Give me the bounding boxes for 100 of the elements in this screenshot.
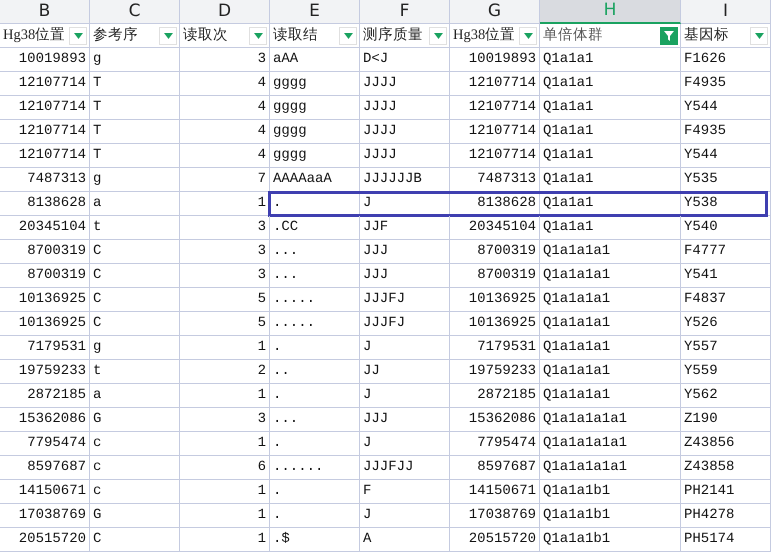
table-cell: aAA bbox=[270, 48, 360, 72]
filter-dropdown-button[interactable] bbox=[519, 26, 537, 44]
table-cell: G bbox=[90, 408, 180, 432]
column-header[interactable]: C bbox=[90, 0, 180, 24]
table-cell: J bbox=[360, 432, 450, 456]
table-cell: 3 bbox=[180, 408, 270, 432]
table-cell: A bbox=[360, 528, 450, 552]
table-cell: 1 bbox=[180, 480, 270, 504]
table-cell: t bbox=[90, 360, 180, 384]
table-cell: 5 bbox=[180, 312, 270, 336]
filter-dropdown-button[interactable] bbox=[249, 26, 267, 44]
table-cell: C bbox=[90, 264, 180, 288]
table-cell: T bbox=[90, 120, 180, 144]
table-cell: C bbox=[90, 528, 180, 552]
table-cell: Q1a1a1a1a1 bbox=[540, 456, 681, 480]
table-cell: Y562 bbox=[681, 384, 771, 408]
table-cell: 12107714 bbox=[450, 72, 540, 96]
table-cell: Q1a1a1b1 bbox=[540, 504, 681, 528]
table-cell: 3 bbox=[180, 48, 270, 72]
table-cell: 2872185 bbox=[450, 384, 540, 408]
table-cell: 10136925 bbox=[0, 288, 90, 312]
filter-dropdown-button[interactable] bbox=[339, 26, 357, 44]
table-cell: Q1a1a1 bbox=[540, 96, 681, 120]
filter-button[interactable] bbox=[660, 26, 678, 44]
table-cell: 10019893 bbox=[0, 48, 90, 72]
table-cell: D<J bbox=[360, 48, 450, 72]
table-cell: 2872185 bbox=[0, 384, 90, 408]
table-cell: Q1a1a1a1 bbox=[540, 360, 681, 384]
table-cell: .$ bbox=[270, 528, 360, 552]
table-cell: 10136925 bbox=[450, 312, 540, 336]
table-cell: F4935 bbox=[681, 72, 771, 96]
column-header[interactable]: B bbox=[0, 0, 90, 24]
table-cell: 14150671 bbox=[450, 480, 540, 504]
table-cell: ...... bbox=[270, 456, 360, 480]
filter-icon bbox=[663, 30, 675, 42]
table-cell: Q1a1a1 bbox=[540, 48, 681, 72]
table-cell: gggg bbox=[270, 144, 360, 168]
table-cell: PH2141 bbox=[681, 480, 771, 504]
table-cell: a bbox=[90, 384, 180, 408]
table-cell: 10136925 bbox=[450, 288, 540, 312]
table-cell: 1 bbox=[180, 384, 270, 408]
table-cell: Q1a1a1 bbox=[540, 72, 681, 96]
table-cell: 8138628 bbox=[450, 192, 540, 216]
table-cell: Q1a1a1 bbox=[540, 120, 681, 144]
table-cell: Y544 bbox=[681, 144, 771, 168]
column-header[interactable]: G bbox=[450, 0, 540, 24]
table-cell: c bbox=[90, 432, 180, 456]
filter-dropdown-button[interactable] bbox=[429, 26, 447, 44]
table-cell: a bbox=[90, 192, 180, 216]
table-cell: ..... bbox=[270, 312, 360, 336]
table-cell: Q1a1a1 bbox=[540, 144, 681, 168]
filter-dropdown-button[interactable] bbox=[159, 26, 177, 44]
table-cell: C bbox=[90, 312, 180, 336]
table-cell: F4837 bbox=[681, 288, 771, 312]
table-cell: 6 bbox=[180, 456, 270, 480]
table-cell: 5 bbox=[180, 288, 270, 312]
table-cell: T bbox=[90, 72, 180, 96]
table-cell: 4 bbox=[180, 72, 270, 96]
table-cell: 1 bbox=[180, 336, 270, 360]
table-cell: F4777 bbox=[681, 240, 771, 264]
table-cell: 10136925 bbox=[0, 312, 90, 336]
column-header[interactable]: F bbox=[360, 0, 450, 24]
column-header[interactable]: E bbox=[270, 0, 360, 24]
table-cell: 7 bbox=[180, 168, 270, 192]
table-cell: 19759233 bbox=[0, 360, 90, 384]
filter-dropdown-button[interactable] bbox=[750, 26, 768, 44]
column-header[interactable]: I bbox=[681, 0, 771, 24]
table-cell: AAAAaaA bbox=[270, 168, 360, 192]
table-cell: c bbox=[90, 480, 180, 504]
table-cell: Q1a1a1a1 bbox=[540, 336, 681, 360]
table-cell: 7487313 bbox=[0, 168, 90, 192]
table-cell: Y526 bbox=[681, 312, 771, 336]
table-cell: Q1a1a1a1 bbox=[540, 240, 681, 264]
filter-dropdown-button[interactable] bbox=[69, 26, 87, 44]
table-cell: . bbox=[270, 504, 360, 528]
table-cell: 8700319 bbox=[450, 264, 540, 288]
table-cell: Q1a1a1a1a1 bbox=[540, 408, 681, 432]
table-cell: Q1a1a1 bbox=[540, 192, 681, 216]
caret-icon bbox=[164, 32, 172, 38]
table-cell: Q1a1a1b1 bbox=[540, 528, 681, 552]
table-cell: Z43856 bbox=[681, 432, 771, 456]
table-cell: 8597687 bbox=[0, 456, 90, 480]
table-cell: ... bbox=[270, 264, 360, 288]
column-title: Hg38位置 bbox=[453, 26, 516, 45]
table-cell: 12107714 bbox=[0, 144, 90, 168]
table-cell: 3 bbox=[180, 216, 270, 240]
table-cell: JJJJ bbox=[360, 120, 450, 144]
column-header[interactable]: D bbox=[180, 0, 270, 24]
column-title: 单倍体群 bbox=[543, 26, 603, 45]
table-cell: Q1a1a1a1 bbox=[540, 264, 681, 288]
table-cell: 4 bbox=[180, 120, 270, 144]
column-title: 测序质量 bbox=[363, 26, 423, 45]
table-cell: Y544 bbox=[681, 96, 771, 120]
table-cell: T bbox=[90, 96, 180, 120]
table-cell: Z43858 bbox=[681, 456, 771, 480]
table-cell: 17038769 bbox=[0, 504, 90, 528]
column-title: 读取次 bbox=[183, 26, 228, 45]
table-cell: 20345104 bbox=[0, 216, 90, 240]
table-cell: gggg bbox=[270, 72, 360, 96]
table-cell: 2 bbox=[180, 360, 270, 384]
